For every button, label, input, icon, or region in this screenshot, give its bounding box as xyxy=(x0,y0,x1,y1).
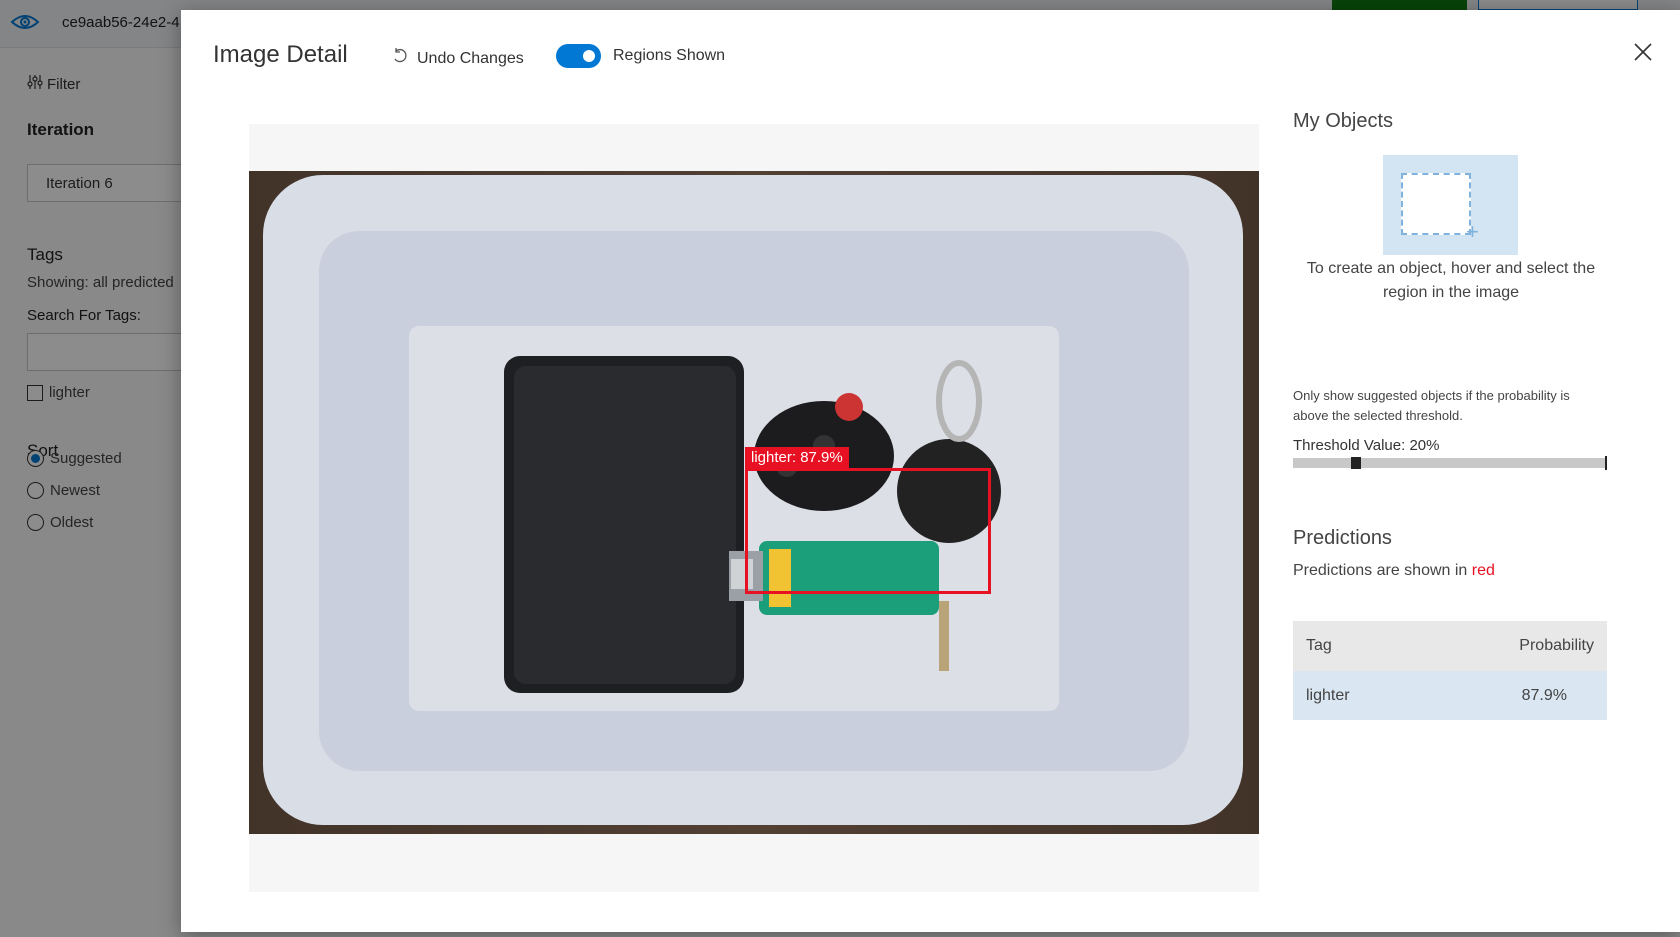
image-detail-modal: Image Detail Undo Changes Regions Shown xyxy=(181,10,1680,932)
regions-shown-label: Regions Shown xyxy=(613,47,726,64)
predictions-heading: Predictions xyxy=(1293,527,1392,549)
regions-toggle-group: Regions Shown xyxy=(556,44,725,68)
modal-title: Image Detail xyxy=(213,41,348,68)
undo-changes-label: Undo Changes xyxy=(417,49,524,67)
predictions-color-word: red xyxy=(1471,562,1495,579)
create-object-hint: To create an object, hover and select th… xyxy=(1306,260,1596,301)
my-objects-heading: My Objects xyxy=(1293,110,1394,132)
threshold-value-label: Threshold Value: 20% xyxy=(1293,437,1440,454)
plus-icon: + xyxy=(1466,219,1479,244)
dashed-region-icon xyxy=(1401,173,1471,235)
image-viewer: lighter: 87.9% xyxy=(249,124,1259,892)
probability-column-header: Probability xyxy=(1421,621,1607,671)
predictions-subtitle-text: Predictions are shown in xyxy=(1293,562,1468,579)
slider-end-marker xyxy=(1605,456,1607,470)
details-panel: My Objects + To create an object, hover … xyxy=(1293,10,1653,910)
regions-shown-toggle[interactable] xyxy=(556,44,601,68)
prediction-probability-cell: 87.9% xyxy=(1421,671,1607,720)
prediction-region-label: lighter: 87.9% xyxy=(745,447,849,469)
predictions-subtitle: Predictions are shown in red xyxy=(1293,562,1495,580)
slider-handle[interactable] xyxy=(1350,457,1361,469)
table-row[interactable]: lighter 87.9% xyxy=(1293,671,1607,720)
threshold-slider[interactable] xyxy=(1293,456,1607,470)
prediction-tag-cell: lighter xyxy=(1293,671,1422,720)
tag-column-header: Tag xyxy=(1293,621,1422,671)
undo-icon xyxy=(391,47,409,70)
predictions-table: Tag Probability lighter 87.9% xyxy=(1293,621,1607,720)
create-object-illustration: + xyxy=(1383,155,1518,255)
prediction-region-box[interactable]: lighter: 87.9% xyxy=(745,447,991,594)
table-header-row: Tag Probability xyxy=(1293,621,1607,671)
threshold-note: Only show suggested objects if the proba… xyxy=(1293,388,1570,423)
undo-changes-button[interactable]: Undo Changes xyxy=(391,47,524,70)
